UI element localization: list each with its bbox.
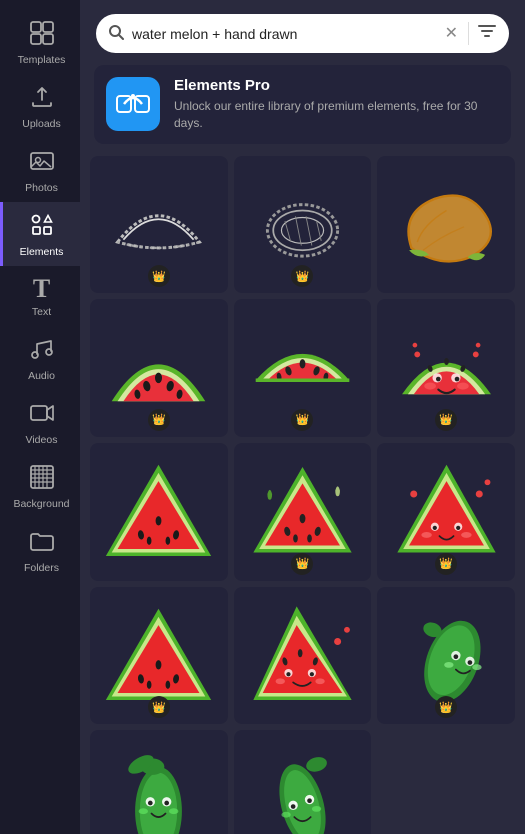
crown-badge: 👑 [291, 409, 313, 431]
promo-text: Elements Pro Unlock our entire library o… [174, 77, 499, 132]
grid-item-color-slice-left[interactable]: 👑 [90, 299, 228, 437]
grid-item-sketch-slice[interactable]: 👑 [90, 156, 228, 294]
crown-badge: 👑 [148, 696, 170, 718]
sidebar-item-uploads-label: Uploads [22, 118, 61, 130]
grid-item-kawaii-red[interactable]: 👑 [377, 299, 515, 437]
elements-icon [29, 212, 55, 242]
photos-icon [29, 148, 55, 178]
search-icon [108, 24, 124, 44]
sidebar-item-templates[interactable]: Templates [0, 10, 80, 74]
sidebar-item-audio-label: Audio [28, 370, 55, 382]
sidebar-item-background[interactable]: Background [0, 454, 80, 518]
sidebar: Templates Uploads Photos [0, 0, 80, 834]
search-clear-icon[interactable]: ✕ [445, 26, 458, 42]
grid-item-cucumber2[interactable] [90, 730, 228, 834]
audio-icon [29, 336, 55, 366]
sidebar-item-audio[interactable]: Audio [0, 326, 80, 390]
sidebar-item-uploads[interactable]: Uploads [0, 74, 80, 138]
sidebar-item-text-label: Text [32, 306, 51, 318]
sidebar-item-videos-label: Videos [26, 434, 58, 446]
crown-badge: 👑 [435, 553, 457, 575]
crown-badge: 👑 [291, 265, 313, 287]
search-filter-icon[interactable] [468, 22, 497, 45]
grid-item-triangle-red[interactable] [90, 443, 228, 581]
sidebar-item-folders[interactable]: Folders [0, 518, 80, 582]
grid-item-kawaii-slice[interactable]: 👑 [377, 443, 515, 581]
videos-icon [29, 400, 55, 430]
grid-item-cucumber3[interactable] [234, 730, 372, 834]
sidebar-item-videos[interactable]: Videos [0, 390, 80, 454]
grid-item-triangle-lean[interactable] [234, 587, 372, 725]
text-icon: T [33, 276, 50, 302]
crown-badge: 👑 [291, 553, 313, 575]
grid-item-sketch-crescent[interactable] [377, 156, 515, 294]
sidebar-item-folders-label: Folders [24, 562, 59, 574]
templates-icon [29, 20, 55, 50]
sidebar-item-background-label: Background [13, 498, 69, 510]
sidebar-item-photos[interactable]: Photos [0, 138, 80, 202]
crown-badge: 👑 [148, 409, 170, 431]
elements-grid: 👑 👑 [90, 156, 515, 834]
search-bar: ✕ [96, 14, 509, 53]
grid-item-sketch-oval[interactable]: 👑 [234, 156, 372, 294]
sidebar-item-elements[interactable]: Elements [0, 202, 80, 266]
sidebar-item-text[interactable]: T Text [0, 266, 80, 326]
sidebar-item-photos-label: Photos [25, 182, 58, 194]
promo-banner[interactable]: Elements Pro Unlock our entire library o… [94, 65, 511, 144]
elements-grid-scroll[interactable]: 👑 👑 [80, 156, 525, 834]
promo-icon [106, 77, 160, 131]
grid-item-color-half[interactable]: 👑 [234, 299, 372, 437]
crown-badge: 👑 [148, 265, 170, 287]
crown-badge: 👑 [435, 409, 457, 431]
sidebar-item-elements-label: Elements [20, 246, 64, 258]
uploads-icon [29, 84, 55, 114]
main-content: ✕ Elements Pro Unlock our entire library… [80, 0, 525, 834]
grid-item-cucumber-kawaii[interactable]: 👑 [377, 587, 515, 725]
sidebar-item-templates-label: Templates [18, 54, 66, 66]
folders-icon [29, 528, 55, 558]
search-input[interactable] [132, 26, 437, 42]
crown-badge: 👑 [435, 696, 457, 718]
promo-description: Unlock our entire library of premium ele… [174, 98, 499, 132]
background-icon [29, 464, 55, 494]
promo-title: Elements Pro [174, 77, 499, 94]
grid-item-triangle-drops[interactable]: 👑 [234, 443, 372, 581]
grid-item-triangle-red2[interactable]: 👑 [90, 587, 228, 725]
